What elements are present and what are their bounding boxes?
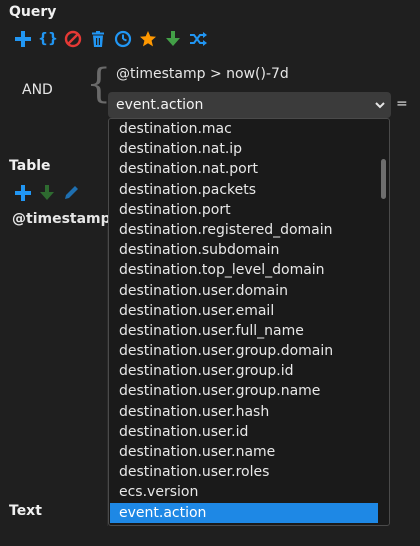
trash-icon[interactable] (89, 30, 107, 48)
dropdown-options: destination.mac destination.nat.ip destina… (110, 119, 378, 523)
dropdown-option[interactable]: destination.user.hash (110, 402, 378, 422)
dropdown-option[interactable]: destination.port (110, 200, 378, 220)
clock-icon[interactable] (114, 30, 132, 48)
chevron-down-icon (375, 102, 385, 109)
dropdown-option[interactable]: destination.packets (110, 180, 378, 200)
arrow-down-icon[interactable] (164, 30, 182, 48)
pencil-icon[interactable] (62, 184, 80, 202)
shuffle-icon[interactable] (189, 30, 207, 48)
arrow-down-icon[interactable] (38, 184, 56, 202)
dropdown-option[interactable]: destination.user.group.domain (110, 341, 378, 361)
logical-operator[interactable]: AND (22, 82, 53, 98)
braces-icon[interactable]: {} (38, 30, 58, 48)
add-icon[interactable] (14, 30, 32, 48)
dropdown-option[interactable]: ecs.version (110, 482, 378, 502)
dropdown-option[interactable]: destination.registered_domain (110, 220, 378, 240)
dropdown-option[interactable]: destination.user.email (110, 301, 378, 321)
query-toolbar: {} (14, 30, 207, 48)
braces-glyph: {} (38, 31, 58, 47)
table-section-title: Table (9, 158, 51, 174)
dropdown-option[interactable]: destination.nat.ip (110, 139, 378, 159)
dropdown-option[interactable]: destination.user.group.name (110, 381, 378, 401)
query-section-title: Query (9, 4, 57, 20)
dropdown-option[interactable]: destination.user.roles (110, 462, 378, 482)
text-section-title: Text (9, 503, 42, 519)
dropdown-option[interactable]: destination.user.full_name (110, 321, 378, 341)
field-dropdown-list[interactable]: destination.mac destination.nat.ip destina… (108, 118, 390, 526)
dropdown-option[interactable]: destination.user.domain (110, 281, 378, 301)
table-toolbar (14, 184, 80, 202)
field-select[interactable]: event.action (108, 92, 391, 118)
dropdown-option[interactable]: destination.user.name (110, 442, 378, 462)
dropdown-option[interactable]: destination.subdomain (110, 240, 378, 260)
dropdown-option[interactable]: destination.nat.port (110, 159, 378, 179)
dropdown-option[interactable]: destination.user.group.id (110, 361, 378, 381)
dropdown-option[interactable]: destination.top_level_domain (110, 260, 378, 280)
dropdown-scrollbar[interactable] (381, 159, 386, 199)
dropdown-option[interactable]: destination.user.id (110, 422, 378, 442)
ban-icon[interactable] (64, 30, 82, 48)
field-select-value: event.action (116, 97, 204, 113)
table-column-header[interactable]: @timestamp (12, 211, 111, 227)
comparison-operator[interactable]: = (396, 96, 408, 112)
dropdown-option[interactable]: destination.mac (110, 119, 378, 139)
dropdown-option[interactable]: event.action (110, 502, 378, 523)
add-column-icon[interactable] (14, 184, 32, 202)
star-icon[interactable] (139, 30, 157, 48)
condition-text[interactable]: @timestamp > now()-7d (116, 66, 289, 82)
